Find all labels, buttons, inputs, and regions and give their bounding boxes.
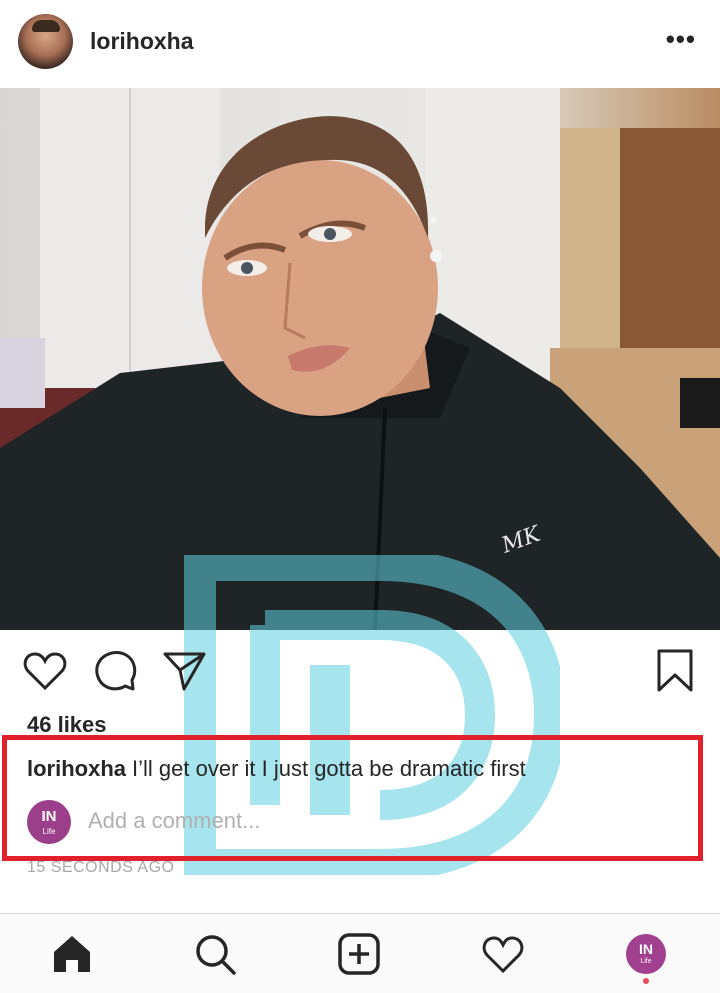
action-bar bbox=[0, 630, 720, 710]
profile-avatar[interactable]: IN Life bbox=[626, 934, 666, 974]
bottom-nav: IN Life bbox=[0, 913, 720, 993]
search-icon[interactable] bbox=[193, 932, 237, 976]
activity-icon[interactable] bbox=[481, 932, 525, 976]
comment-icon[interactable] bbox=[93, 648, 139, 694]
more-options-icon[interactable]: ••• bbox=[666, 24, 696, 54]
home-icon[interactable] bbox=[50, 932, 94, 976]
share-icon[interactable] bbox=[162, 648, 208, 694]
post-header: lorihoxha ••• bbox=[0, 0, 720, 88]
heart-icon[interactable] bbox=[22, 648, 68, 694]
profile-avatar-subtext: Life bbox=[640, 958, 652, 965]
notification-dot bbox=[643, 978, 649, 984]
post-photo[interactable]: MK bbox=[0, 88, 720, 630]
profile-avatar-text: IN bbox=[639, 941, 653, 957]
post-timestamp: 15 SECONDS AGO bbox=[27, 859, 175, 876]
user-avatar[interactable] bbox=[18, 14, 73, 69]
post-username[interactable]: lorihoxha bbox=[90, 28, 194, 55]
highlight-box bbox=[2, 735, 703, 861]
bookmark-icon[interactable] bbox=[652, 648, 698, 694]
new-post-icon[interactable] bbox=[337, 932, 381, 976]
